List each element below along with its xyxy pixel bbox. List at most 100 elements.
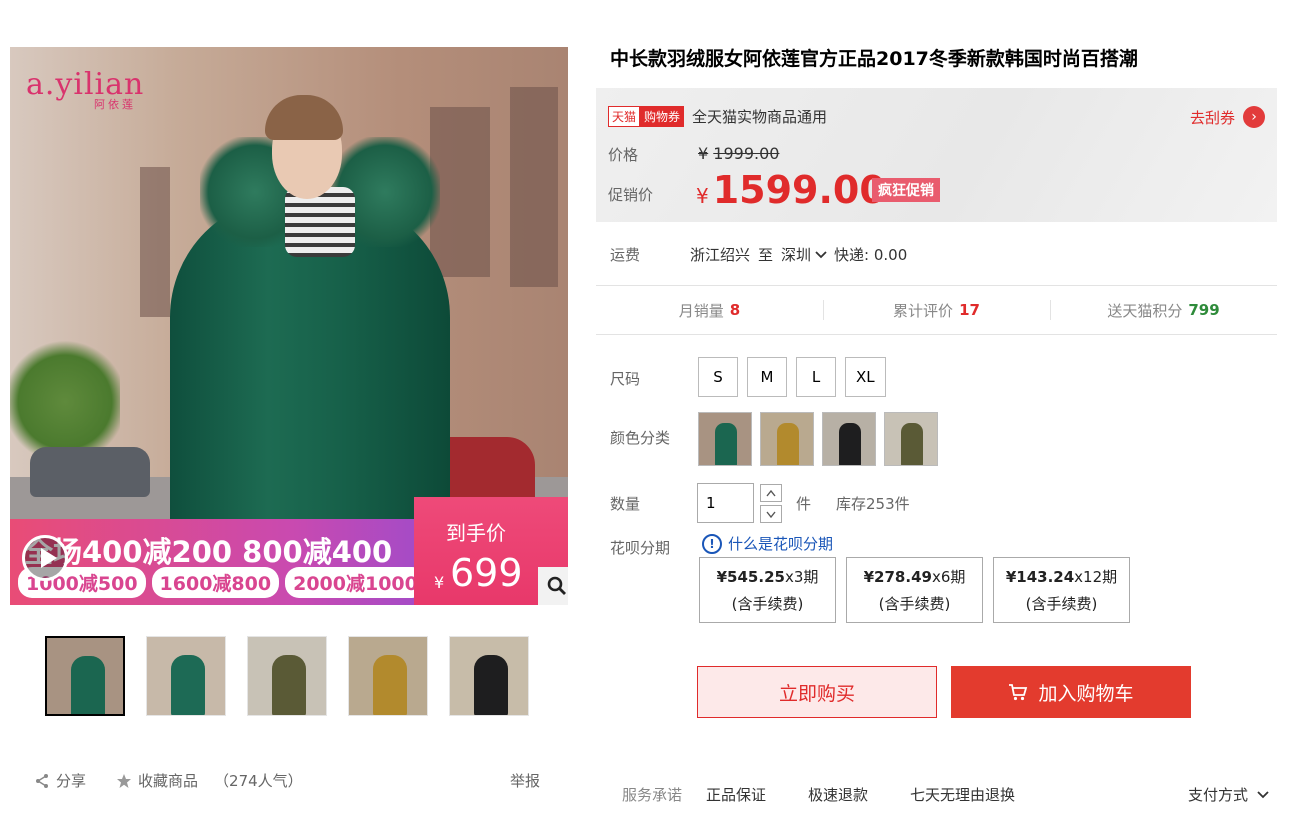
favorite-label: 收藏商品 <box>138 772 199 790</box>
installment-amount-line: ¥545.25x3期 <box>717 566 819 587</box>
stat-value: 8 <box>729 301 741 319</box>
chevron-right-icon: › <box>1243 106 1265 128</box>
quantity-decrease-button[interactable] <box>760 505 782 523</box>
original-price-currency: ¥ <box>698 144 709 163</box>
chevron-down-icon <box>815 250 827 258</box>
stat-points: 送天猫积分 799 <box>1050 286 1277 334</box>
get-coupon-label: 去刮券 <box>1189 108 1235 127</box>
stat-value: 17 <box>959 301 980 319</box>
brand-logo-sub: 阿依莲 <box>94 98 136 111</box>
shipping-destination: 深圳 <box>781 246 812 264</box>
installment-plan[interactable]: ¥143.24x12期 (含手续费) <box>993 557 1130 623</box>
promo-price-label: 促销价 <box>608 186 654 204</box>
payment-methods-dropdown[interactable]: 支付方式 <box>1188 784 1270 805</box>
quantity-increase-button[interactable] <box>760 484 782 502</box>
favorite-button[interactable]: 收藏商品 <box>116 770 198 791</box>
shipping-from: 浙江绍兴 <box>690 246 751 264</box>
shipping-to-word: 至 <box>758 246 774 264</box>
shipping-label: 运费 <box>610 246 641 264</box>
size-option-s[interactable]: S <box>698 357 738 397</box>
installment-plans: ¥545.25x3期 (含手续费) ¥278.49x6期 (含手续费) ¥143.24x… <box>699 557 1130 623</box>
product-actions-bar: 分享 收藏商品 （274人气） <box>34 770 303 791</box>
color-option[interactable] <box>698 412 752 466</box>
buy-now-button[interactable]: 立即购买 <box>697 666 937 718</box>
shipping-destination-select[interactable]: 深圳 <box>781 244 828 265</box>
price-panel: 天猫 购物券 全天猫实物商品通用 去刮券 › 价格 ¥ 1999.00 促销价 … <box>596 88 1277 222</box>
thumbnail-item[interactable] <box>146 636 226 716</box>
final-price-value: 699 <box>450 551 523 595</box>
report-link[interactable]: 举报 <box>510 770 540 791</box>
quantity-label: 数量 <box>610 495 641 513</box>
add-to-cart-label: 加入购物车 <box>1038 682 1134 705</box>
service-item[interactable]: 正品保证 <box>706 784 766 805</box>
size-label: 尺码 <box>610 370 641 388</box>
color-swatch-coat <box>901 423 923 465</box>
size-options: S M L XL <box>698 357 886 397</box>
thumbnail-item[interactable] <box>449 636 529 716</box>
color-option[interactable] <box>884 412 938 466</box>
size-option-l[interactable]: L <box>796 357 836 397</box>
color-option[interactable] <box>822 412 876 466</box>
thumbnail-item[interactable] <box>247 636 327 716</box>
original-price-value: 1999.00 <box>713 144 780 163</box>
promo-price: ¥ 1599.00 <box>696 168 886 212</box>
installment-fee-note: (含手续费) <box>731 595 804 613</box>
what-is-huabei-link[interactable]: ! 什么是花呗分期 <box>702 533 833 554</box>
play-video-button[interactable] <box>22 535 68 581</box>
thumbnail-item[interactable] <box>45 636 125 716</box>
chevron-down-icon <box>1257 790 1269 798</box>
chevron-down-icon <box>766 511 776 518</box>
get-coupon-link[interactable]: 去刮券 › <box>1190 106 1265 128</box>
installment-terms: x6期 <box>931 568 966 586</box>
promo-price-currency: ¥ <box>696 184 709 208</box>
service-item[interactable]: 七天无理由退换 <box>910 784 1015 805</box>
zoom-button[interactable] <box>538 567 568 605</box>
magnifier-icon <box>547 576 566 595</box>
thumbnail-coat <box>373 655 407 715</box>
stat-label: 送天猫积分 <box>1107 301 1183 320</box>
coupon-row: 天猫 购物券 全天猫实物商品通用 <box>608 106 827 127</box>
share-label: 分享 <box>56 772 87 790</box>
color-swatch-coat <box>777 423 799 465</box>
installment-fee-note: (含手续费) <box>878 595 951 613</box>
size-option-m[interactable]: M <box>747 357 787 397</box>
color-swatch-coat <box>839 423 861 465</box>
popularity-count: （274人气） <box>214 772 303 790</box>
divider <box>596 334 1277 335</box>
coupon-tag: 购物券 <box>640 106 685 127</box>
service-promises: 服务承诺 正品保证 极速退款 七天无理由退换 <box>622 784 1015 805</box>
color-option[interactable] <box>760 412 814 466</box>
shipping-express: 快递: 0.00 <box>834 246 908 264</box>
installment-amount: ¥278.49 <box>863 568 932 586</box>
thumbnail-item[interactable] <box>348 636 428 716</box>
quantity-input[interactable] <box>697 483 754 523</box>
installment-amount-line: ¥278.49x6期 <box>864 566 966 587</box>
quantity-unit: 件 <box>796 495 812 513</box>
installment-fee-note: (含手续费) <box>1025 595 1098 613</box>
background-window <box>510 87 558 287</box>
color-swatch-coat <box>715 423 737 465</box>
original-price: ¥ 1999.00 <box>698 144 779 163</box>
installment-plan[interactable]: ¥545.25x3期 (含手续费) <box>699 557 836 623</box>
service-item[interactable]: 极速退款 <box>808 784 868 805</box>
add-to-cart-button[interactable]: 加入购物车 <box>951 666 1191 718</box>
main-product-image[interactable]: a.yilian 阿依莲 全场400减200 800减400 1000减500 … <box>10 47 568 605</box>
promo-banner: 全场400减200 800减400 1000减500 1600减800 2000… <box>10 519 426 605</box>
promo-pill: 2000减1000 <box>285 567 426 598</box>
color-options <box>698 412 938 466</box>
promo-pill-list: 1000减500 1600减800 2000减1000 <box>18 567 426 598</box>
chevron-up-icon <box>766 489 776 496</box>
striped-turtleneck <box>285 187 355 257</box>
payment-label: 支付方式 <box>1188 786 1249 804</box>
promo-headline: 全场400减200 800减400 <box>24 535 393 569</box>
stat-reviews[interactable]: 累计评价 17 <box>823 286 1050 334</box>
stock-count: 库存253件 <box>836 495 910 513</box>
share-button[interactable]: 分享 <box>34 770 86 791</box>
share-icon <box>36 773 48 788</box>
coupon-text: 全天猫实物商品通用 <box>692 108 828 126</box>
installment-terms: x12期 <box>1074 568 1118 586</box>
background-window <box>140 167 170 317</box>
promo-pill: 1600减800 <box>151 567 280 598</box>
size-option-xl[interactable]: XL <box>845 357 886 397</box>
installment-plan[interactable]: ¥278.49x6期 (含手续费) <box>846 557 983 623</box>
